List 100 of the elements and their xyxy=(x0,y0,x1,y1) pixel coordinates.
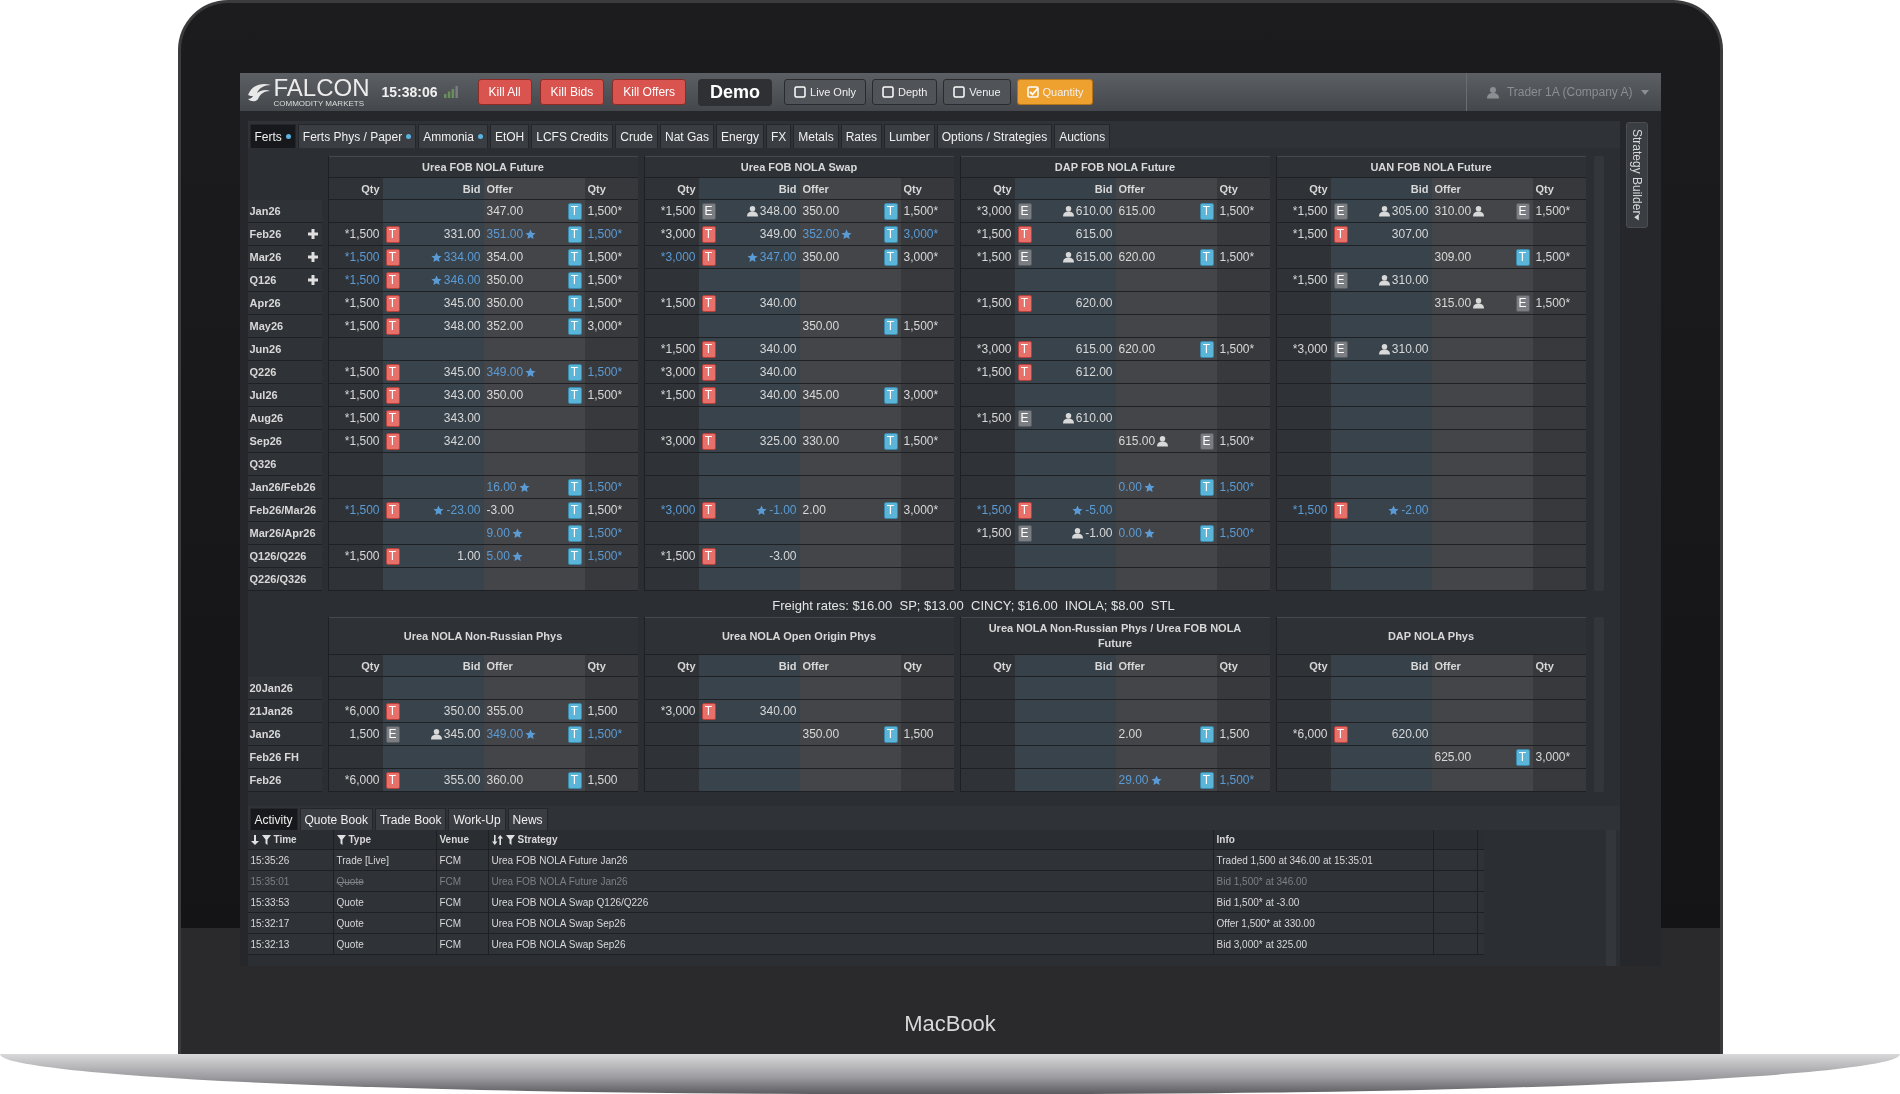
toggle-button[interactable]: Live Only xyxy=(784,79,866,105)
order-tag[interactable]: E xyxy=(1333,202,1348,220)
order-tag[interactable]: T xyxy=(567,478,582,496)
order-tag[interactable]: T xyxy=(567,225,582,243)
order-tag[interactable]: E xyxy=(1017,524,1032,542)
order-tag[interactable]: E xyxy=(1515,294,1530,312)
order-tag[interactable]: T xyxy=(385,501,400,519)
order-tag[interactable]: T xyxy=(701,432,716,450)
order-tag[interactable]: T xyxy=(385,386,400,404)
panel-tab[interactable]: News xyxy=(507,808,548,830)
order-tag[interactable]: T xyxy=(701,340,716,358)
order-tag[interactable]: T xyxy=(567,725,582,743)
market-tab[interactable]: Energy xyxy=(716,124,764,148)
kill-button[interactable]: Kill All xyxy=(477,79,532,105)
order-tag[interactable]: T xyxy=(385,317,400,335)
order-tag[interactable]: E xyxy=(1017,248,1032,266)
kill-button[interactable]: Kill Bids xyxy=(539,79,605,105)
panel-tab[interactable]: Work-Up xyxy=(448,808,506,830)
order-tag[interactable]: E xyxy=(1333,340,1348,358)
order-tag[interactable]: E xyxy=(1017,409,1032,427)
order-tag[interactable]: T xyxy=(883,386,898,404)
order-tag[interactable]: T xyxy=(1515,748,1530,766)
order-tag[interactable]: T xyxy=(385,432,400,450)
order-tag[interactable]: T xyxy=(1017,501,1032,519)
order-tag[interactable]: T xyxy=(1333,725,1348,743)
order-tag[interactable]: T xyxy=(701,386,716,404)
order-tag[interactable]: T xyxy=(1017,340,1032,358)
side-panel-tab[interactable]: Strategy Builder xyxy=(1625,122,1648,228)
order-tag[interactable]: T xyxy=(385,547,400,565)
market-tab[interactable]: Auctions xyxy=(1054,124,1111,148)
column-header[interactable]: Type xyxy=(336,834,372,845)
toggle-button[interactable]: Quantity xyxy=(1016,79,1094,105)
order-tag[interactable]: T xyxy=(701,702,716,720)
order-tag[interactable]: T xyxy=(385,271,400,289)
toggle-button[interactable]: Venue xyxy=(943,79,1011,105)
order-tag[interactable]: T xyxy=(567,501,582,519)
order-tag[interactable]: E xyxy=(1515,202,1530,220)
order-tag[interactable]: T xyxy=(385,294,400,312)
order-tag[interactable]: E xyxy=(385,725,400,743)
order-tag[interactable]: T xyxy=(1199,248,1214,266)
order-tag[interactable]: T xyxy=(567,317,582,335)
order-tag[interactable]: T xyxy=(1199,524,1214,542)
order-tag[interactable]: T xyxy=(701,547,716,565)
order-tag[interactable]: T xyxy=(1017,294,1032,312)
order-tag[interactable]: T xyxy=(1199,202,1214,220)
order-tag[interactable]: T xyxy=(883,225,898,243)
order-tag[interactable]: T xyxy=(567,771,582,789)
order-tag[interactable]: T xyxy=(567,524,582,542)
user-menu[interactable]: Trader 1A (Company A) xyxy=(1465,73,1655,111)
order-tag[interactable]: T xyxy=(701,363,716,381)
order-tag[interactable]: E xyxy=(1017,202,1032,220)
order-tag[interactable]: T xyxy=(1333,501,1348,519)
order-tag[interactable]: T xyxy=(1199,771,1214,789)
order-tag[interactable]: T xyxy=(567,271,582,289)
order-tag[interactable]: T xyxy=(567,702,582,720)
order-tag[interactable]: T xyxy=(1199,340,1214,358)
panel-tab[interactable]: Trade Book xyxy=(374,808,447,830)
market-tab[interactable]: Lumber xyxy=(884,124,935,148)
order-tag[interactable]: T xyxy=(385,363,400,381)
market-tab[interactable]: Crude xyxy=(615,124,658,148)
order-tag[interactable]: T xyxy=(567,294,582,312)
market-tab[interactable]: FX xyxy=(766,124,792,148)
market-tab[interactable]: Nat Gas xyxy=(659,124,714,148)
toggle-button[interactable]: Depth xyxy=(871,79,938,105)
order-tag[interactable]: T xyxy=(385,702,400,720)
order-tag[interactable]: T xyxy=(385,248,400,266)
market-tab[interactable]: LCFS Credits xyxy=(531,124,614,148)
order-tag[interactable]: T xyxy=(883,432,898,450)
order-tag[interactable]: T xyxy=(883,202,898,220)
order-tag[interactable]: T xyxy=(1199,725,1214,743)
market-tab[interactable]: Ammonia xyxy=(418,124,488,148)
order-tag[interactable]: T xyxy=(567,202,582,220)
column-header[interactable]: Venue xyxy=(439,834,469,845)
order-tag[interactable]: T xyxy=(567,248,582,266)
order-tag[interactable]: T xyxy=(701,225,716,243)
order-tag[interactable]: T xyxy=(567,386,582,404)
order-tag[interactable]: T xyxy=(385,409,400,427)
order-tag[interactable]: T xyxy=(883,317,898,335)
order-tag[interactable]: T xyxy=(883,501,898,519)
order-tag[interactable]: T xyxy=(385,771,400,789)
order-tag[interactable]: T xyxy=(883,248,898,266)
order-tag[interactable]: T xyxy=(567,363,582,381)
order-tag[interactable]: T xyxy=(883,725,898,743)
market-tab[interactable]: Ferts Phys / Paper xyxy=(297,124,417,148)
kill-button[interactable]: Kill Offers xyxy=(612,79,687,105)
order-tag[interactable]: E xyxy=(1333,271,1348,289)
market-tab[interactable]: Rates xyxy=(840,124,883,148)
order-tag[interactable]: T xyxy=(1515,248,1530,266)
market-tab[interactable]: Metals xyxy=(793,124,839,148)
order-tag[interactable]: T xyxy=(701,501,716,519)
order-tag[interactable]: T xyxy=(385,225,400,243)
column-header[interactable]: Time xyxy=(250,834,297,845)
order-tag[interactable]: E xyxy=(1199,432,1214,450)
column-header[interactable]: Info xyxy=(1216,834,1235,845)
order-tag[interactable]: T xyxy=(567,547,582,565)
panel-tab[interactable]: Quote Book xyxy=(299,808,373,830)
panel-tab[interactable]: Activity xyxy=(249,808,298,830)
market-tab[interactable]: Ferts xyxy=(249,124,296,148)
column-header[interactable]: Strategy xyxy=(491,834,558,845)
order-tag[interactable]: T xyxy=(701,294,716,312)
